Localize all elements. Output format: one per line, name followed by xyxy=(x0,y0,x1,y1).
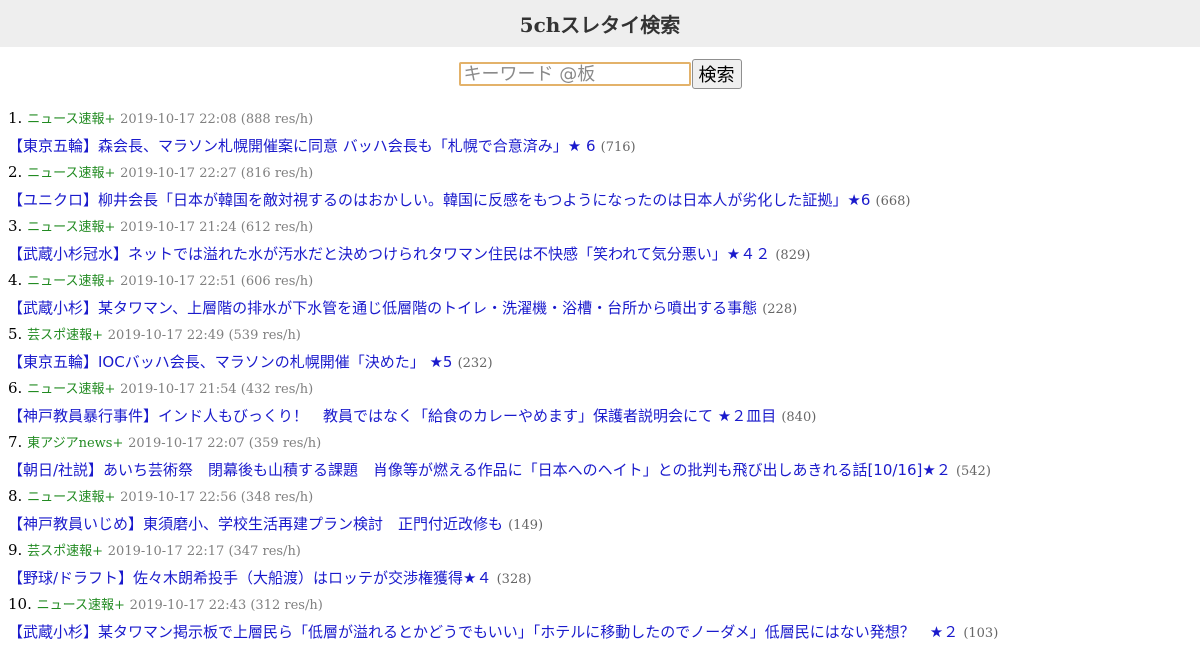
thread-date-rate: 2019-10-17 22:27 (816 res/h) xyxy=(120,166,314,181)
rank-number: 6. xyxy=(8,379,23,397)
response-count: (829) xyxy=(775,248,811,263)
thread-date-rate: 2019-10-17 22:08 (888 res/h) xyxy=(120,112,314,127)
thread-meta: 5. 芸スポ速報+ 2019-10-17 22:49 (539 res/h) xyxy=(8,325,1200,352)
thread-list: 1. ニュース速報+ 2019-10-17 22:08 (888 res/h) 【… xyxy=(8,109,1200,649)
thread-title-link[interactable]: 【朝日/社説】あいち芸術祭 閉幕後も山積する課題 肖像等が燃える作品に「日本への… xyxy=(8,461,951,479)
thread-meta: 1. ニュース速報+ 2019-10-17 22:08 (888 res/h) xyxy=(8,109,1200,136)
list-item: 9. 芸スポ速報+ 2019-10-17 22:17 (347 res/h) 【野… xyxy=(8,541,1200,595)
search-input[interactable] xyxy=(458,62,691,86)
rank-number: 10. xyxy=(8,595,32,613)
thread-meta: 8. ニュース速報+ 2019-10-17 22:56 (348 res/h) xyxy=(8,487,1200,514)
response-count: (103) xyxy=(963,626,999,641)
board-link[interactable]: 芸スポ速報+ xyxy=(27,328,103,343)
thread-title-link[interactable]: 【東京五輪】森会長、マラソン札幌開催案に同意 バッハ会長も「札幌で合意済み」★ … xyxy=(8,137,596,155)
thread-meta: 4. ニュース速報+ 2019-10-17 22:51 (606 res/h) xyxy=(8,271,1200,298)
rank-number: 4. xyxy=(8,271,23,289)
board-link[interactable]: ニュース速報+ xyxy=(27,166,115,181)
thread-title-link[interactable]: 【武蔵小杉冠水】ネットでは溢れた水が汚水だと決めつけられタワマン住民は不快感「笑… xyxy=(8,245,770,263)
rank-number: 8. xyxy=(8,487,23,505)
rank-number: 3. xyxy=(8,217,23,235)
thread-meta: 2. ニュース速報+ 2019-10-17 22:27 (816 res/h) xyxy=(8,163,1200,190)
list-item: 4. ニュース速報+ 2019-10-17 22:51 (606 res/h) 【… xyxy=(8,271,1200,325)
board-link[interactable]: ニュース速報+ xyxy=(37,598,125,613)
thread-date-rate: 2019-10-17 22:56 (348 res/h) xyxy=(120,490,314,505)
thread-meta: 3. ニュース速報+ 2019-10-17 21:24 (612 res/h) xyxy=(8,217,1200,244)
response-count: (328) xyxy=(496,572,532,587)
site-title: 5chスレタイ検索 xyxy=(519,13,681,37)
thread-title-link[interactable]: 【野球/ドラフト】佐々木朗希投手（大船渡）はロッテが交渉権獲得★４ xyxy=(8,569,492,587)
board-link[interactable]: ニュース速報+ xyxy=(27,112,115,127)
search-button[interactable]: 検索 xyxy=(691,59,742,89)
thread-title-line: 【武蔵小杉】某タワマン掲示板で上層民ら「低層が溢れるとかどうでもいい」「ホテルに… xyxy=(8,622,1200,649)
list-item: 3. ニュース速報+ 2019-10-17 21:24 (612 res/h) 【… xyxy=(8,217,1200,271)
list-item: 1. ニュース速報+ 2019-10-17 22:08 (888 res/h) 【… xyxy=(8,109,1200,163)
response-count: (716) xyxy=(600,140,636,155)
thread-date-rate: 2019-10-17 21:54 (432 res/h) xyxy=(120,382,314,397)
thread-title-link[interactable]: 【武蔵小杉】某タワマン、上層階の排水が下水管を通じ低層階のトイレ・洗濯機・浴槽・… xyxy=(8,299,757,317)
rank-number: 9. xyxy=(8,541,23,559)
board-link[interactable]: 芸スポ速報+ xyxy=(27,544,103,559)
thread-date-rate: 2019-10-17 22:51 (606 res/h) xyxy=(120,274,314,289)
list-item: 5. 芸スポ速報+ 2019-10-17 22:49 (539 res/h) 【東… xyxy=(8,325,1200,379)
response-count: (542) xyxy=(955,464,991,479)
thread-title-line: 【東京五輪】IOCバッハ会長、マラソンの札幌開催「決めた」 ★5 (232) xyxy=(8,352,1200,379)
thread-title-line: 【朝日/社説】あいち芸術祭 閉幕後も山積する課題 肖像等が燃える作品に「日本への… xyxy=(8,460,1200,487)
board-link[interactable]: 東アジアnews+ xyxy=(27,436,123,451)
thread-title-link[interactable]: 【武蔵小杉】某タワマン掲示板で上層民ら「低層が溢れるとかどうでもいい」「ホテルに… xyxy=(8,623,958,641)
rank-number: 2. xyxy=(8,163,23,181)
thread-date-rate: 2019-10-17 22:17 (347 res/h) xyxy=(107,544,301,559)
list-item: 2. ニュース速報+ 2019-10-17 22:27 (816 res/h) 【… xyxy=(8,163,1200,217)
thread-title-line: 【ユニクロ】柳井会長「日本が韓国を敵対視するのはおかしい。韓国に反感をもつように… xyxy=(8,190,1200,217)
thread-meta: 7. 東アジアnews+ 2019-10-17 22:07 (359 res/h… xyxy=(8,433,1200,460)
rank-number: 1. xyxy=(8,109,23,127)
thread-meta: 9. 芸スポ速報+ 2019-10-17 22:17 (347 res/h) xyxy=(8,541,1200,568)
thread-title-link[interactable]: 【東京五輪】IOCバッハ会長、マラソンの札幌開催「決めた」 ★5 xyxy=(8,353,452,371)
thread-title-line: 【野球/ドラフト】佐々木朗希投手（大船渡）はロッテが交渉権獲得★４ (328) xyxy=(8,568,1200,595)
thread-title-link[interactable]: 【神戸教員暴行事件】インド人もびっくり！ 教員ではなく「給食のカレーやめます」保… xyxy=(8,407,776,425)
response-count: (840) xyxy=(781,410,817,425)
board-link[interactable]: ニュース速報+ xyxy=(27,274,115,289)
thread-title-line: 【武蔵小杉】某タワマン、上層階の排水が下水管を通じ低層階のトイレ・洗濯機・浴槽・… xyxy=(8,298,1200,325)
rank-number: 5. xyxy=(8,325,23,343)
response-count: (149) xyxy=(508,518,544,533)
list-item: 10. ニュース速報+ 2019-10-17 22:43 (312 res/h)… xyxy=(8,595,1200,649)
thread-date-rate: 2019-10-17 21:24 (612 res/h) xyxy=(120,220,314,235)
thread-meta: 6. ニュース速報+ 2019-10-17 21:54 (432 res/h) xyxy=(8,379,1200,406)
thread-title-line: 【神戸教員暴行事件】インド人もびっくり！ 教員ではなく「給食のカレーやめます」保… xyxy=(8,406,1200,433)
list-item: 6. ニュース速報+ 2019-10-17 21:54 (432 res/h) 【… xyxy=(8,379,1200,433)
list-item: 8. ニュース速報+ 2019-10-17 22:56 (348 res/h) 【… xyxy=(8,487,1200,541)
board-link[interactable]: ニュース速報+ xyxy=(27,490,115,505)
thread-date-rate: 2019-10-17 22:43 (312 res/h) xyxy=(129,598,323,613)
thread-title-line: 【東京五輪】森会長、マラソン札幌開催案に同意 バッハ会長も「札幌で合意済み」★ … xyxy=(8,136,1200,163)
response-count: (232) xyxy=(457,356,493,371)
search-form: 検索 xyxy=(0,59,1200,89)
response-count: (668) xyxy=(875,194,911,209)
thread-date-rate: 2019-10-17 22:49 (539 res/h) xyxy=(107,328,301,343)
thread-title-line: 【武蔵小杉冠水】ネットでは溢れた水が汚水だと決めつけられタワマン住民は不快感「笑… xyxy=(8,244,1200,271)
board-link[interactable]: ニュース速報+ xyxy=(27,220,115,235)
site-header: 5chスレタイ検索 xyxy=(0,0,1200,47)
response-count: (228) xyxy=(762,302,798,317)
thread-meta: 10. ニュース速報+ 2019-10-17 22:43 (312 res/h) xyxy=(8,595,1200,622)
rank-number: 7. xyxy=(8,433,23,451)
thread-date-rate: 2019-10-17 22:07 (359 res/h) xyxy=(128,436,322,451)
thread-title-line: 【神戸教員いじめ】東須磨小、学校生活再建プラン検討 正門付近改修も (149) xyxy=(8,514,1200,541)
thread-title-link[interactable]: 【ユニクロ】柳井会長「日本が韓国を敵対視するのはおかしい。韓国に反感をもつように… xyxy=(8,191,870,209)
board-link[interactable]: ニュース速報+ xyxy=(27,382,115,397)
thread-title-link[interactable]: 【神戸教員いじめ】東須磨小、学校生活再建プラン検討 正門付近改修も xyxy=(8,515,503,533)
list-item: 7. 東アジアnews+ 2019-10-17 22:07 (359 res/h… xyxy=(8,433,1200,487)
